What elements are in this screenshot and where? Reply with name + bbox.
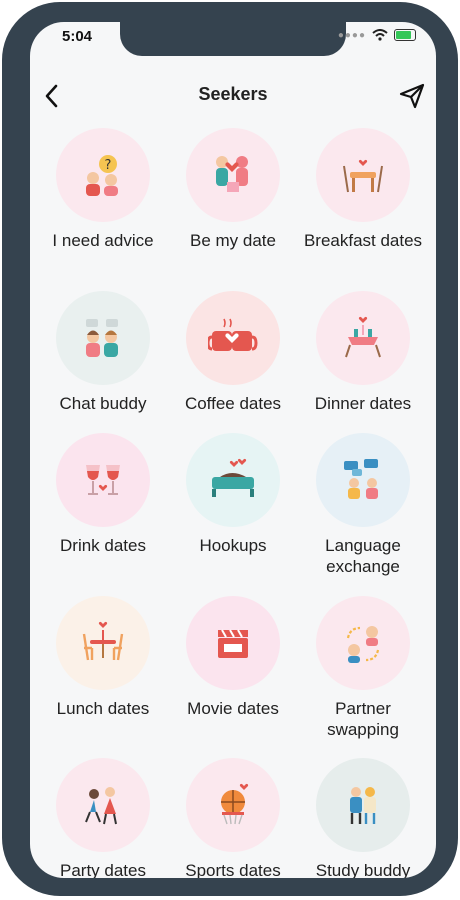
page-title: Seekers bbox=[198, 84, 268, 104]
category-circle bbox=[186, 596, 280, 690]
study-buddy-icon bbox=[350, 787, 376, 824]
breakfast-table-icon bbox=[343, 159, 383, 193]
category-hookups[interactable]: Hookups bbox=[168, 433, 298, 556]
category-label: Chat buddy bbox=[59, 394, 147, 413]
couple-gift-icon bbox=[216, 156, 248, 192]
category-circle bbox=[56, 758, 150, 852]
category-label: Movie dates bbox=[187, 699, 279, 718]
category-language-exchange[interactable]: Language exchange bbox=[298, 433, 428, 577]
category-movie-dates[interactable]: Movie dates bbox=[168, 596, 298, 719]
category-label: Hookups bbox=[199, 536, 267, 555]
category-circle bbox=[186, 433, 280, 527]
category-label: Party dates bbox=[60, 861, 146, 878]
category-label: Breakfast dates bbox=[303, 231, 423, 250]
clapperboard-icon bbox=[218, 629, 248, 658]
category-circle bbox=[186, 758, 280, 852]
category-label: Coffee dates bbox=[184, 394, 282, 413]
category-circle bbox=[56, 291, 150, 385]
category-party-dates[interactable]: Party dates bbox=[38, 758, 168, 878]
signal-icon: ●●●● bbox=[337, 29, 366, 41]
category-coffee-dates[interactable]: Coffee dates bbox=[168, 291, 298, 414]
category-circle bbox=[56, 433, 150, 527]
category-chat-buddy[interactable]: Chat buddy bbox=[38, 291, 168, 414]
phone-screen: 5:04 ●●●● Seekers ? I need advice Be my … bbox=[30, 22, 436, 878]
category-label: Partner swapping bbox=[327, 699, 399, 739]
bed-hearts-icon bbox=[212, 458, 254, 497]
category-breakfast-dates[interactable]: Breakfast dates bbox=[298, 128, 428, 251]
status-time: 5:04 bbox=[62, 28, 93, 45]
coffee-cups-icon bbox=[208, 318, 258, 351]
partner-swap-icon bbox=[346, 626, 380, 663]
status-icons: ●●●● bbox=[338, 29, 416, 41]
send-icon[interactable] bbox=[398, 82, 426, 110]
category-label: Lunch dates bbox=[56, 699, 150, 718]
category-label: Sports dates bbox=[185, 861, 281, 878]
category-drink-dates[interactable]: Drink dates bbox=[38, 433, 168, 556]
category-label: Drink dates bbox=[60, 536, 146, 555]
wifi-icon bbox=[372, 29, 388, 41]
category-circle bbox=[186, 291, 280, 385]
category-partner-swapping[interactable]: Partner swapping bbox=[298, 596, 428, 740]
advice-icon: ? bbox=[86, 155, 118, 196]
chat-buddy-icon bbox=[86, 319, 118, 357]
dancing-people-icon bbox=[85, 787, 117, 825]
category-lunch-dates[interactable]: Lunch dates bbox=[38, 596, 168, 719]
category-label: Be my date bbox=[190, 231, 276, 250]
language-exchange-icon bbox=[344, 459, 378, 499]
notch bbox=[120, 22, 346, 56]
category-i-need-advice[interactable]: ? I need advice bbox=[38, 128, 168, 251]
header: Seekers bbox=[30, 78, 436, 114]
category-circle bbox=[316, 596, 410, 690]
phone-frame: 5:04 ●●●● Seekers ? I need advice Be my … bbox=[2, 2, 458, 896]
category-label: Dinner dates bbox=[314, 394, 412, 413]
category-circle bbox=[56, 596, 150, 690]
category-label: Study buddy bbox=[315, 861, 411, 878]
lunch-table-icon bbox=[82, 621, 124, 661]
category-dinner-dates[interactable]: Dinner dates bbox=[298, 291, 428, 414]
category-sports-dates[interactable]: Sports dates bbox=[168, 758, 298, 878]
category-circle bbox=[186, 128, 280, 222]
battery-icon bbox=[394, 29, 416, 41]
category-circle bbox=[316, 291, 410, 385]
category-study-buddy[interactable]: Study buddy bbox=[298, 758, 428, 878]
category-be-my-date[interactable]: Be my date bbox=[168, 128, 298, 251]
category-circle: ? bbox=[56, 128, 150, 222]
svg-text:?: ? bbox=[105, 158, 112, 173]
category-label: Language exchange bbox=[325, 536, 401, 576]
category-circle bbox=[316, 758, 410, 852]
category-circle bbox=[316, 433, 410, 527]
wine-glasses-icon bbox=[86, 465, 120, 495]
basketball-icon bbox=[221, 783, 249, 825]
category-label: I need advice bbox=[52, 231, 154, 250]
dinner-table-icon bbox=[345, 316, 381, 358]
category-circle bbox=[316, 128, 410, 222]
